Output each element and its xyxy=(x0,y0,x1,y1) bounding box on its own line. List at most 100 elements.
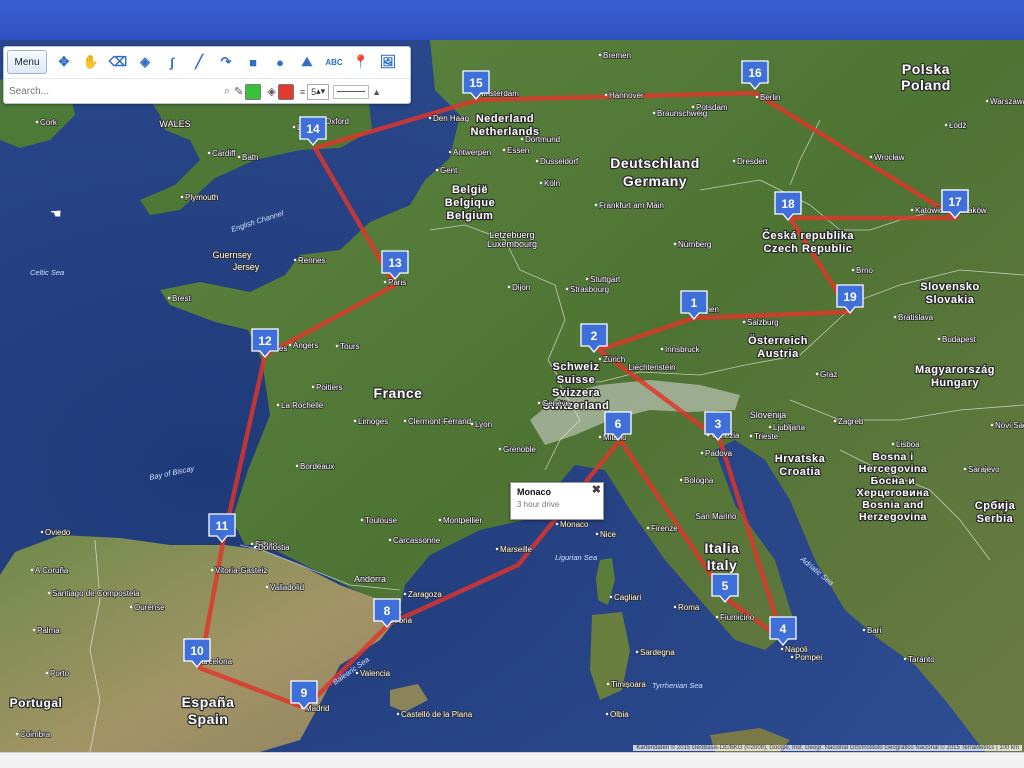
circle-tool-icon[interactable]: ● xyxy=(268,50,292,74)
country-label-jersey: Jersey xyxy=(233,262,260,272)
close-icon[interactable]: ✖ xyxy=(592,483,601,496)
pin-lock-icon[interactable]: ▲ xyxy=(372,87,381,97)
freehand-curve-icon[interactable]: ∫ xyxy=(160,50,184,74)
city-dot xyxy=(47,591,51,595)
country-label-italia: Italia xyxy=(705,540,740,556)
city-label: Dijon xyxy=(512,283,530,292)
marker-number: 8 xyxy=(384,604,391,618)
city-label: Bari xyxy=(867,626,881,635)
city-label: Genève xyxy=(542,399,571,408)
city-dot xyxy=(535,159,539,163)
marker-number: 16 xyxy=(748,66,762,80)
city-label: Den Haag xyxy=(433,114,469,123)
city-dot xyxy=(507,285,511,289)
marker-pin-icon[interactable]: 📍 xyxy=(349,50,373,74)
country-label-poland: Poland xyxy=(901,77,951,93)
city-dot xyxy=(585,277,589,281)
country-label-hercegovina: Hercegovina xyxy=(859,463,928,475)
country-label-hrvatska: Hrvatska xyxy=(775,453,826,465)
fill-bucket-icon[interactable]: ◈ xyxy=(133,50,157,74)
line-style-select[interactable] xyxy=(333,84,370,99)
tool-row: Menu ✥ ✋ ⌫ ◈ ∫ ╱ ↷ ■ ● ⛰ ABC 📍 🖼 xyxy=(4,47,410,77)
city-label: Novi Sad xyxy=(995,421,1024,430)
city-dot xyxy=(652,111,656,115)
city-label: Valladolid xyxy=(270,583,304,592)
line-tool-icon[interactable]: ╱ xyxy=(187,50,211,74)
city-label: Łódź xyxy=(949,121,966,130)
route-arrow-icon[interactable]: ↷ xyxy=(214,50,238,74)
city-dot xyxy=(276,403,280,407)
rectangle-tool-icon[interactable]: ■ xyxy=(241,50,265,74)
line-color-swatch[interactable] xyxy=(245,83,262,100)
drawing-toolbar: Menu ✥✋⌫◈∫╱↷■●⛰ABC📍🖼 ⌕ ✎ ◈ ≡ 5▴▾ ▲ xyxy=(3,46,411,104)
line-width-value: 5 xyxy=(311,86,317,97)
eraser-icon[interactable]: ⌫ xyxy=(106,50,130,74)
city-label: Frankfurt am Main xyxy=(599,201,664,210)
country-label-germany: Germany xyxy=(623,173,687,189)
city-label: Limoges xyxy=(358,417,388,426)
city-dot xyxy=(207,151,211,155)
city-label: Vitoria-Gasteiz xyxy=(215,566,267,575)
city-dot xyxy=(990,423,994,427)
country-label-portugal: Portugal xyxy=(10,696,63,710)
city-label: Sardegna xyxy=(640,648,675,657)
city-dot xyxy=(985,99,989,103)
city-dot xyxy=(862,628,866,632)
city-label: Zürich xyxy=(603,355,625,364)
city-dot xyxy=(520,137,524,141)
country-label-schweiz: Schweiz xyxy=(553,361,600,373)
city-dot xyxy=(635,650,639,654)
city-dot xyxy=(679,478,683,482)
fill-color-swatch[interactable] xyxy=(277,83,294,100)
select-tool-icon[interactable]: ✥ xyxy=(52,50,76,74)
country-label-wales: WALES xyxy=(159,119,190,129)
marker-number: 2 xyxy=(591,329,598,343)
marker-number: 17 xyxy=(948,195,962,209)
marker-number: 11 xyxy=(216,519,229,533)
city-label: Pompei xyxy=(795,653,822,662)
city-label: Montpellier xyxy=(443,516,482,525)
line-width-stepper[interactable]: 5 ▴▾ xyxy=(307,83,330,100)
country-label-belgique: Belgique xyxy=(445,197,495,209)
country-label-srbija: Србија xyxy=(975,500,1016,512)
pan-hand-icon[interactable]: ✋ xyxy=(79,50,103,74)
country-label-herzegovina: Herzegovina xyxy=(859,511,927,523)
country-label-osterreich: Österreich xyxy=(748,334,808,347)
polygon-tool-icon[interactable]: ⛰ xyxy=(295,50,319,74)
menu-button[interactable]: Menu xyxy=(7,50,47,74)
map-view[interactable]: Polska Poland Deutschland Germany Nederl… xyxy=(0,40,1024,752)
city-dot xyxy=(609,595,613,599)
city-label: Cork xyxy=(40,118,58,127)
city-label: Oviedo xyxy=(45,528,71,537)
city-label: Poitiers xyxy=(316,383,343,392)
search-input[interactable] xyxy=(4,80,224,103)
city-label: Castelló de la Plana xyxy=(401,710,473,719)
city-dot xyxy=(869,155,873,159)
marker-number: 13 xyxy=(388,256,402,270)
city-label: Monaco xyxy=(560,520,589,529)
search-icon[interactable]: ⌕ xyxy=(224,85,230,98)
text-tool-icon[interactable]: ABC xyxy=(322,50,346,74)
marker-number: 10 xyxy=(190,644,204,658)
city-dot xyxy=(565,287,569,291)
image-tool-icon[interactable]: 🖼 xyxy=(376,50,400,74)
marker-number: 5 xyxy=(722,579,729,593)
country-label-svizzera: Svizzera xyxy=(552,387,600,399)
city-dot xyxy=(742,320,746,324)
popup-title: Monaco xyxy=(517,487,552,497)
city-dot xyxy=(903,657,907,661)
city-label: Strasbourg xyxy=(570,285,609,294)
country-label-czech: Czech Republic xyxy=(764,243,853,255)
country-label-deutschland: Deutschland xyxy=(610,155,700,171)
city-label: Nürnberg xyxy=(678,240,711,249)
city-dot xyxy=(606,682,610,686)
city-dot xyxy=(360,518,364,522)
city-label: Angers xyxy=(293,341,318,350)
country-label-croatia: Croatia xyxy=(779,466,821,478)
map-canvas[interactable]: Polska Poland Deutschland Germany Nederl… xyxy=(0,40,1024,752)
city-label: La Rochelle xyxy=(281,401,324,410)
map-attribution[interactable]: Kartendaten © 2015 GeoBasis-DE/BKG (©200… xyxy=(633,745,1022,751)
city-dot xyxy=(605,712,609,716)
country-label-magyarorszag: Magyarország xyxy=(915,364,995,376)
country-label-belgium: Belgium xyxy=(447,210,494,222)
